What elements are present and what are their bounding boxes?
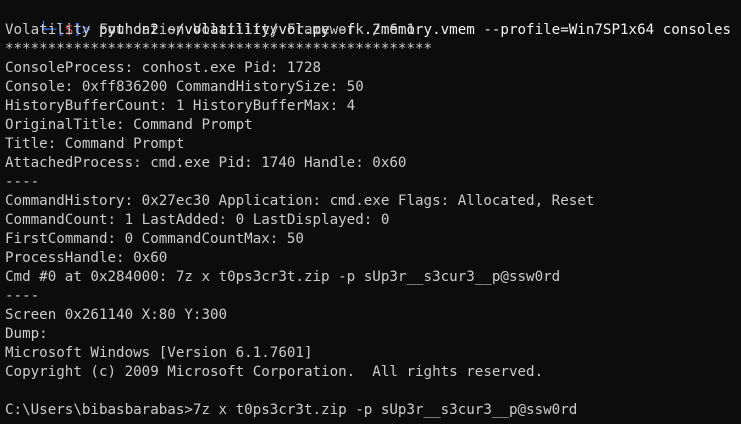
output-line-19: Copyright (c) 2009 Microsoft Corporation…	[5, 364, 544, 380]
output-line-11: CommandCount: 1 LastAdded: 0 LastDisplay…	[5, 212, 390, 228]
output-line-5: HistoryBufferCount: 1 HistoryBufferMax: …	[5, 98, 356, 114]
output-line-16: Screen 0x261140 X:80 Y:300	[5, 307, 228, 323]
prompt-line: └─[$]> python2 ~/volatility/vol.py -f ./…	[5, 2, 731, 38]
output-line-10: CommandHistory: 0x27ec30 Application: cm…	[5, 193, 595, 209]
output-line-4: Console: 0xff836200 CommandHistorySize: …	[5, 79, 364, 95]
output-line-6: OriginalTitle: Command Prompt	[5, 117, 253, 133]
output-line-3: ConsoleProcess: conhost.exe Pid: 1728	[5, 60, 322, 76]
output-line-8: AttachedProcess: cmd.exe Pid: 1740 Handl…	[5, 155, 407, 171]
output-line-1: Volatility Foundation Volatility Framewo…	[5, 22, 415, 38]
output-line-13: ProcessHandle: 0x60	[5, 250, 168, 266]
output-line-2: ****************************************…	[5, 41, 433, 57]
output-line-9: ----	[5, 174, 40, 190]
output-line-14: Cmd #0 at 0x284000: 7z x t0ps3cr3t.zip -…	[5, 269, 561, 285]
output-line-15: ----	[5, 288, 40, 304]
terminal-window[interactable]: └─[$]> python2 ~/volatility/vol.py -f ./…	[0, 0, 741, 424]
output-line-7: Title: Command Prompt	[5, 136, 185, 152]
output-line-12: FirstCommand: 0 CommandCountMax: 50	[5, 231, 304, 247]
output-line-21: C:\Users\bibasbarabas>7z x t0ps3cr3t.zip…	[5, 402, 578, 418]
output-line-18: Microsoft Windows [Version 6.1.7601]	[5, 345, 313, 361]
output-line-17: Dump:	[5, 326, 48, 342]
